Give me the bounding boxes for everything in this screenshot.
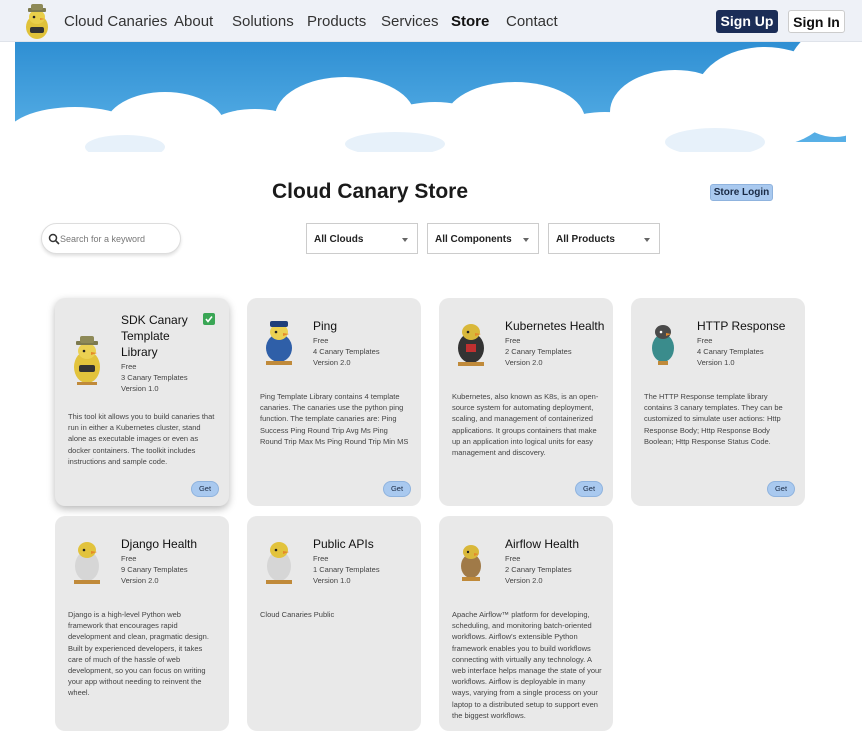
card-title: Django Health xyxy=(121,537,198,551)
get-button[interactable]: Get xyxy=(767,481,795,497)
card-description: The HTTP Response template library conta… xyxy=(644,392,783,446)
card-meta: Free 4 Canary Templates Version 1.0 xyxy=(697,335,764,368)
card-description: Django is a high-level Python web framew… xyxy=(68,610,209,698)
hero-sky-banner xyxy=(15,42,846,152)
components-filter-select[interactable]: All Components xyxy=(427,223,539,254)
card-template-count: 2 Canary Templates xyxy=(505,565,572,574)
product-card-kubernetes-health[interactable]: Kubernetes Health Free 2 Canary Template… xyxy=(439,298,613,506)
chevron-down-icon xyxy=(523,238,529,242)
card-meta: Free 3 Canary Templates Version 1.0 xyxy=(121,361,188,394)
clouds-filter-value: All Clouds xyxy=(314,234,364,245)
product-card-django-health[interactable]: Django Health Free 9 Canary Templates Ve… xyxy=(55,516,229,731)
canary-explorer-icon xyxy=(74,336,100,385)
product-card-airflow-health[interactable]: Airflow Health Free 2 Canary Templates V… xyxy=(439,516,613,731)
product-card-sdk-canary[interactable]: SDK Canary Template Library Free 3 Canar… xyxy=(55,298,229,506)
canary-brown-icon xyxy=(461,545,481,581)
search-input[interactable] xyxy=(60,232,172,246)
sign-in-button[interactable]: Sign In xyxy=(788,10,845,33)
brand-link[interactable]: Cloud Canaries xyxy=(64,13,167,30)
card-template-count: 2 Canary Templates xyxy=(505,347,572,356)
card-title: Public APIs xyxy=(313,537,374,551)
card-template-count: 4 Canary Templates xyxy=(313,347,380,356)
card-title: HTTP Response xyxy=(697,319,786,333)
card-title-line: Library xyxy=(121,345,158,359)
card-meta: Free 2 Canary Templates Version 2.0 xyxy=(505,553,572,586)
card-price: Free xyxy=(697,336,713,345)
card-version: Version 1.0 xyxy=(313,576,351,585)
card-version: Version 2.0 xyxy=(505,358,543,367)
components-filter-value: All Components xyxy=(435,234,512,245)
product-card-public-apis[interactable]: Public APIs Free 1 Canary Templates Vers… xyxy=(247,516,421,731)
get-button[interactable]: Get xyxy=(191,481,219,497)
product-card-http-response[interactable]: HTTP Response Free 4 Canary Templates Ve… xyxy=(631,298,805,506)
card-meta: Free 1 Canary Templates Version 1.0 xyxy=(313,553,380,586)
card-description: Cloud Canaries Public xyxy=(260,610,335,619)
get-button[interactable]: Get xyxy=(383,481,411,497)
card-price: Free xyxy=(505,336,521,345)
card-template-count: 1 Canary Templates xyxy=(313,565,380,574)
clouds-filter-select[interactable]: All Clouds xyxy=(306,223,418,254)
top-navigation-bar: Cloud Canaries About Solutions Products … xyxy=(0,0,862,42)
page-title: Cloud Canary Store xyxy=(272,180,469,203)
card-price: Free xyxy=(121,362,137,371)
nav-link-solutions[interactable]: Solutions xyxy=(232,13,294,30)
products-filter-value: All Products xyxy=(556,234,615,245)
search-box xyxy=(41,223,181,254)
canary-coat-icon xyxy=(266,542,292,584)
card-meta: Free 4 Canary Templates Version 2.0 xyxy=(313,335,380,368)
canary-logo-icon[interactable] xyxy=(20,3,54,41)
card-version: Version 1.0 xyxy=(121,384,159,393)
store-login-button[interactable]: Store Login xyxy=(710,184,773,201)
get-button[interactable]: Get xyxy=(575,481,603,497)
card-title: Airflow Health xyxy=(505,537,580,551)
card-template-count: 3 Canary Templates xyxy=(121,373,188,382)
canary-coat-icon xyxy=(74,542,100,584)
card-price: Free xyxy=(313,336,329,345)
canary-biker-icon xyxy=(458,324,484,366)
search-icon xyxy=(48,233,60,245)
card-version: Version 2.0 xyxy=(313,358,351,367)
card-description: Kubernetes, also known as K8s, is an ope… xyxy=(452,392,599,458)
card-title: Kubernetes Health xyxy=(505,319,605,333)
canary-police-icon xyxy=(266,321,292,365)
card-price: Free xyxy=(313,554,329,563)
products-filter-select[interactable]: All Products xyxy=(548,223,660,254)
card-description: Apache Airflow™ platform for developing,… xyxy=(452,610,602,720)
nav-link-about[interactable]: About xyxy=(174,13,213,30)
card-meta: Free 9 Canary Templates Version 2.0 xyxy=(121,553,188,586)
card-template-count: 9 Canary Templates xyxy=(121,565,188,574)
nav-link-services[interactable]: Services xyxy=(381,13,439,30)
card-title: Ping xyxy=(313,319,338,333)
sign-up-button[interactable]: Sign Up xyxy=(716,10,778,33)
card-price: Free xyxy=(121,554,137,563)
card-version: Version 1.0 xyxy=(697,358,735,367)
card-template-count: 4 Canary Templates xyxy=(697,347,764,356)
chevron-down-icon xyxy=(644,238,650,242)
card-title-line: Template xyxy=(121,329,170,343)
card-version: Version 2.0 xyxy=(121,576,159,585)
card-price: Free xyxy=(505,554,521,563)
product-card-ping[interactable]: Ping Free 4 Canary Templates Version 2.0… xyxy=(247,298,421,506)
installed-check-icon xyxy=(203,313,215,325)
card-title-line: SDK Canary xyxy=(121,313,188,327)
nav-link-products[interactable]: Products xyxy=(307,13,366,30)
card-description: Ping Template Library contains 4 templat… xyxy=(260,392,409,446)
nav-link-contact[interactable]: Contact xyxy=(506,13,558,30)
canary-teal-icon xyxy=(652,325,674,365)
card-description: This tool kit allows you to build canari… xyxy=(68,412,215,466)
nav-link-store[interactable]: Store xyxy=(451,13,489,30)
chevron-down-icon xyxy=(402,238,408,242)
card-title: SDK Canary Template Library xyxy=(121,312,188,360)
card-meta: Free 2 Canary Templates Version 2.0 xyxy=(505,335,572,368)
cloud-banner-illustration xyxy=(15,42,846,152)
card-version: Version 2.0 xyxy=(505,576,543,585)
